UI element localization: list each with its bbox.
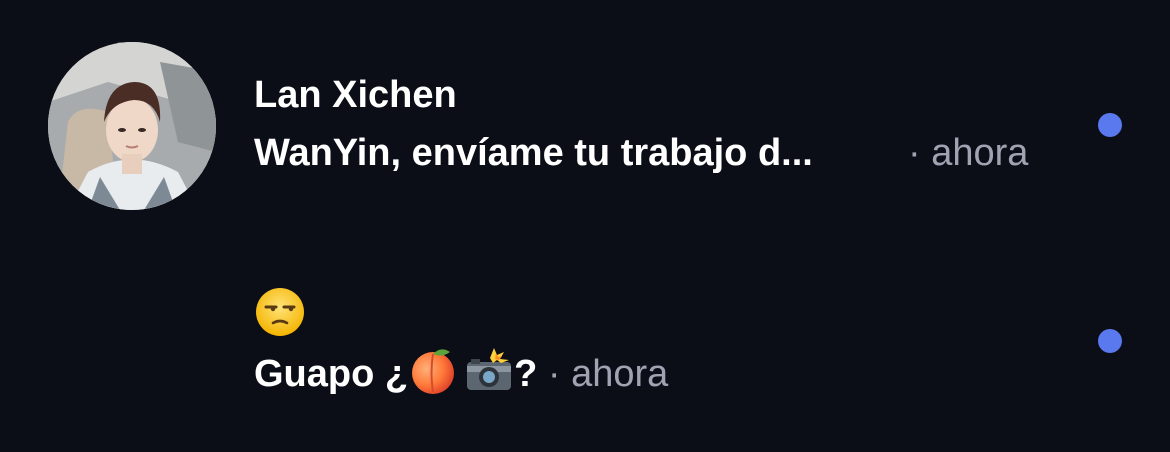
sender-name: Lan Xichen — [254, 74, 457, 116]
avatar-image — [48, 42, 216, 210]
message-preview: WanYin, envíame tu trabajo d... — [254, 132, 813, 174]
time-label: ahora — [931, 132, 1029, 174]
message-preview: Guapo ¿ ? · ahora — [254, 346, 668, 397]
unread-dot-icon — [1098, 329, 1122, 353]
camera-flash-emoji-icon — [464, 346, 514, 396]
unamused-face-emoji-icon — [254, 286, 306, 338]
notification-item-2[interactable] — [0, 230, 1170, 452]
separator-dot: · — [908, 132, 921, 174]
avatar[interactable] — [48, 42, 216, 210]
timestamp: · ahora — [908, 130, 1028, 176]
notification-item-1[interactable]: Lan Xichen WanYin, envíame tu trabajo d.… — [0, 0, 1170, 230]
peach-emoji-icon — [408, 346, 458, 396]
separator-dot: · — [547, 353, 561, 395]
preview-text-suffix: ? — [514, 353, 538, 395]
time-label: ahora — [571, 353, 669, 395]
preview-text-prefix: Guapo ¿ — [254, 353, 409, 395]
unread-dot-icon — [1098, 113, 1122, 137]
